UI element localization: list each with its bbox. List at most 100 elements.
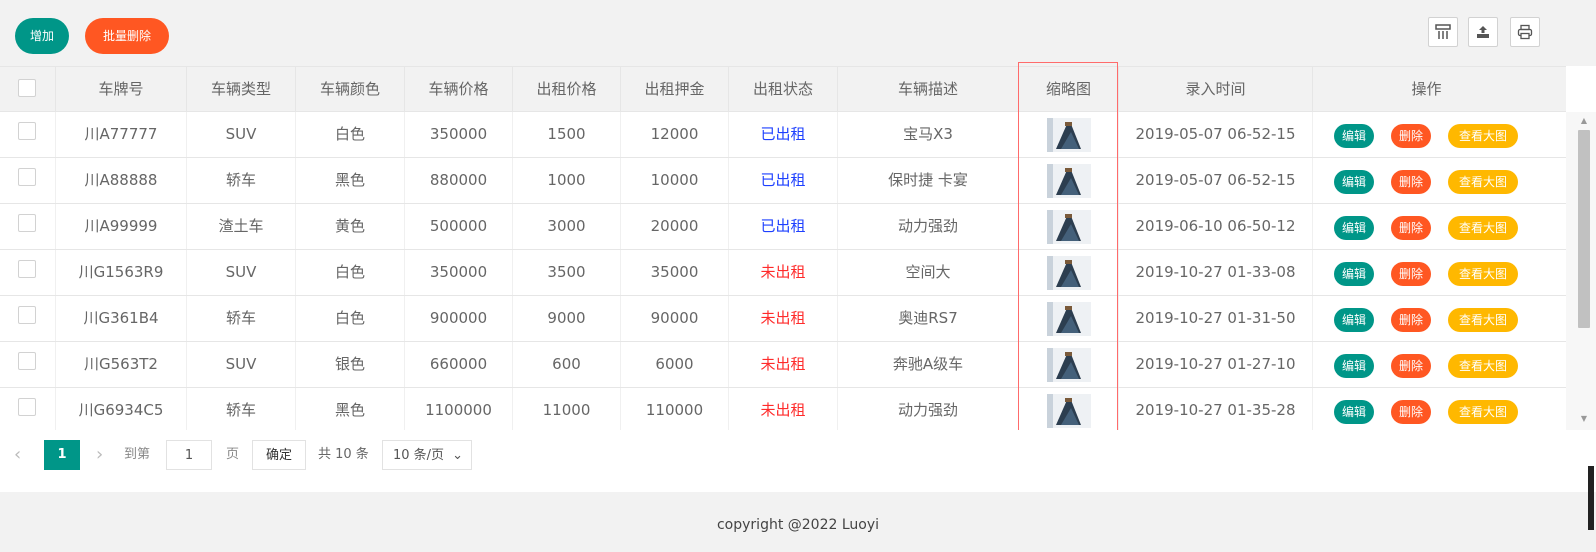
header-description[interactable]: 车辆描述 (838, 67, 1019, 111)
car-thumbnail[interactable] (1046, 393, 1091, 428)
delete-button[interactable]: 删除 (1391, 262, 1431, 286)
edit-button[interactable]: 编辑 (1334, 170, 1374, 194)
row-checkbox[interactable] (18, 122, 36, 140)
view-large-image-button[interactable]: 查看大图 (1448, 124, 1518, 148)
view-large-image-button[interactable]: 查看大图 (1448, 262, 1518, 286)
header-thumbnail[interactable]: 缩略图 (1019, 67, 1119, 111)
row-checkbox[interactable] (18, 306, 36, 324)
cell-status: 未出租 (729, 296, 838, 341)
car-thumbnail[interactable] (1046, 209, 1091, 244)
cell-select (0, 342, 56, 387)
table-row: 川A77777 SUV 白色 350000 1500 12000 已出租 宝马X3 2019-0… (0, 112, 1566, 158)
cell-actions: 编辑 删除 查看大图 (1313, 158, 1540, 203)
cell-status: 已出租 (729, 204, 838, 249)
copyright-text: copyright @2022 Luoyi (716, 517, 880, 533)
view-large-image-button[interactable]: 查看大图 (1448, 400, 1518, 424)
edit-button[interactable]: 编辑 (1334, 216, 1374, 240)
edit-button[interactable]: 编辑 (1334, 354, 1374, 378)
cell-plate: 川G361B4 (56, 296, 187, 341)
select-all-checkbox[interactable] (18, 79, 36, 97)
delete-button[interactable]: 删除 (1391, 354, 1431, 378)
cell-rent-price: 3500 (513, 250, 621, 295)
header-color[interactable]: 车辆颜色 (296, 67, 405, 111)
print-icon[interactable] (1510, 17, 1540, 47)
prev-page-icon[interactable]: ‹ (14, 440, 30, 470)
header-entry-time[interactable]: 录入时间 (1119, 67, 1313, 111)
row-checkbox[interactable] (18, 352, 36, 370)
cell-deposit: 12000 (621, 112, 729, 157)
view-large-image-button[interactable]: 查看大图 (1448, 216, 1518, 240)
cell-color: 黄色 (296, 204, 405, 249)
current-page-button[interactable]: 1 (44, 440, 80, 470)
row-checkbox[interactable] (18, 260, 36, 278)
cell-price: 880000 (405, 158, 513, 203)
cell-type: 轿车 (187, 388, 296, 433)
add-button[interactable]: 增加 (15, 18, 69, 54)
batch-delete-button[interactable]: 批量删除 (85, 18, 169, 54)
delete-button[interactable]: 删除 (1391, 216, 1431, 240)
cell-select (0, 158, 56, 203)
header-rent-price[interactable]: 出租价格 (513, 67, 621, 111)
page-size-value: 10 条/页 (393, 448, 445, 463)
columns-icon[interactable] (1428, 17, 1458, 47)
cell-status: 已出租 (729, 112, 838, 157)
export-icon[interactable] (1468, 17, 1498, 47)
edit-button[interactable]: 编辑 (1334, 400, 1374, 424)
cell-color: 白色 (296, 112, 405, 157)
cell-actions: 编辑 删除 查看大图 (1313, 296, 1540, 341)
row-checkbox[interactable] (18, 398, 36, 416)
cell-price: 1100000 (405, 388, 513, 433)
delete-button[interactable]: 删除 (1391, 124, 1431, 148)
table-header: 车牌号 车辆类型 车辆颜色 车辆价格 出租价格 出租押金 出租状态 车辆描述 缩… (0, 66, 1566, 112)
cell-plate: 川G1563R9 (56, 250, 187, 295)
header-type[interactable]: 车辆类型 (187, 67, 296, 111)
total-count: 共 10 条 (318, 447, 369, 462)
confirm-page-button[interactable]: 确定 (252, 440, 306, 470)
delete-button[interactable]: 删除 (1391, 400, 1431, 424)
cell-thumbnail (1019, 296, 1119, 341)
scrollbar-thumb[interactable] (1578, 130, 1590, 328)
row-checkbox[interactable] (18, 168, 36, 186)
cell-type: SUV (187, 112, 296, 157)
edit-button[interactable]: 编辑 (1334, 308, 1374, 332)
chevron-down-icon: ⌄ (452, 448, 463, 463)
next-page-icon[interactable]: › (96, 440, 112, 470)
footer: copyright @2022 Luoyi (0, 498, 1596, 552)
car-thumbnail[interactable] (1046, 301, 1091, 336)
header-plate[interactable]: 车牌号 (56, 67, 187, 111)
edit-button[interactable]: 编辑 (1334, 124, 1374, 148)
cell-deposit: 10000 (621, 158, 729, 203)
cell-entry-time: 2019-10-27 01-35-28 (1119, 388, 1313, 433)
cell-color: 黑色 (296, 388, 405, 433)
cell-rent-price: 3000 (513, 204, 621, 249)
cell-select (0, 388, 56, 433)
car-thumbnail[interactable] (1046, 117, 1091, 152)
cell-deposit: 35000 (621, 250, 729, 295)
view-large-image-button[interactable]: 查看大图 (1448, 170, 1518, 194)
cell-price: 350000 (405, 250, 513, 295)
delete-button[interactable]: 删除 (1391, 308, 1431, 332)
cell-type: 轿车 (187, 158, 296, 203)
page-number-input[interactable]: 1 (166, 440, 212, 470)
edit-button[interactable]: 编辑 (1334, 262, 1374, 286)
scroll-up-arrow-icon[interactable]: ▲ (1578, 116, 1590, 125)
cell-thumbnail (1019, 204, 1119, 249)
header-deposit[interactable]: 出租押金 (621, 67, 729, 111)
car-thumbnail[interactable] (1046, 163, 1091, 198)
delete-button[interactable]: 删除 (1391, 170, 1431, 194)
scroll-down-arrow-icon[interactable]: ▼ (1578, 414, 1590, 423)
car-thumbnail[interactable] (1046, 347, 1091, 382)
page-size-select[interactable]: 10 条/页 ⌄ (382, 440, 472, 470)
row-checkbox[interactable] (18, 214, 36, 232)
cell-type: SUV (187, 250, 296, 295)
header-status[interactable]: 出租状态 (729, 67, 838, 111)
view-large-image-button[interactable]: 查看大图 (1448, 308, 1518, 332)
cell-description: 空间大 (838, 250, 1019, 295)
header-actions: 操作 (1411, 80, 1442, 98)
table-row: 川G361B4 轿车 白色 900000 9000 90000 未出租 奥迪RS7 2019-1… (0, 296, 1566, 342)
cell-actions: 编辑 删除 查看大图 (1313, 250, 1540, 295)
car-thumbnail[interactable] (1046, 255, 1091, 290)
cell-select (0, 112, 56, 157)
header-price[interactable]: 车辆价格 (405, 67, 513, 111)
view-large-image-button[interactable]: 查看大图 (1448, 354, 1518, 378)
